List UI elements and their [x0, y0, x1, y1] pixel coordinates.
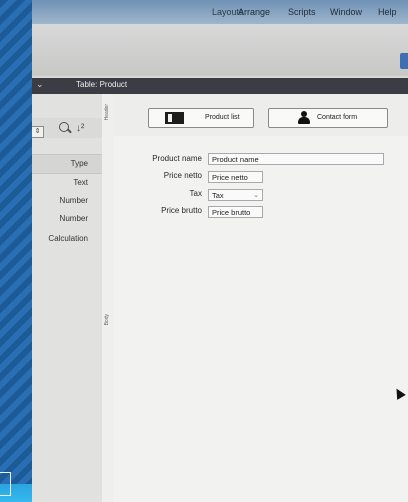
layout-canvas: Header Body Product list Contact form Pr…	[102, 94, 408, 502]
field-type-cell: Text	[73, 178, 88, 187]
header-part: Product list Contact form	[114, 94, 408, 137]
price-brutto-field[interactable]: Price brutto	[208, 206, 263, 218]
desktop-window-edge	[0, 472, 11, 496]
product-name-field[interactable]: Product name	[208, 153, 384, 165]
price-netto-field[interactable]: Price netto	[208, 171, 263, 183]
tax-value: Tax	[212, 191, 224, 200]
product-list-button[interactable]: Product list	[148, 108, 254, 128]
person-icon	[297, 111, 311, 125]
price-brutto-label: Price brutto	[161, 206, 202, 215]
menu-arrange[interactable]: Arrange	[238, 7, 270, 17]
field-list-panel: ⇕ ↓² Type Text Number Number Calculation	[32, 94, 103, 502]
chevron-down-icon[interactable]: ⌄	[253, 190, 259, 201]
field-type-cell: Number	[59, 214, 88, 223]
menu-window[interactable]: Window	[330, 7, 362, 17]
stepper-icon[interactable]: ⇕	[32, 126, 44, 138]
product-list-label: Product list	[205, 114, 240, 121]
price-netto-label: Price netto	[163, 171, 202, 180]
toolbar-area	[32, 24, 408, 76]
mouse-cursor-icon	[392, 386, 406, 400]
chevron-down-icon[interactable]: ⌄	[36, 79, 44, 90]
window-title-bar: ⌄ Table: Product	[32, 78, 408, 94]
window-title: Table: Product	[76, 80, 128, 89]
desktop-background	[0, 0, 34, 502]
menu-bar: Layouts Arrange Scripts Window Help	[32, 0, 408, 24]
magnifier-icon[interactable]	[59, 122, 69, 132]
contact-form-button[interactable]: Contact form	[268, 108, 388, 128]
body-part: Product name Product name Price netto Pr…	[114, 136, 408, 502]
field-type-cell: Calculation	[48, 234, 88, 243]
header-part-label[interactable]: Header	[104, 104, 110, 120]
product-name-label: Product name	[152, 154, 202, 163]
tax-label: Tax	[189, 189, 202, 198]
body-part-label[interactable]: Body	[104, 314, 110, 325]
contact-form-label: Contact form	[317, 114, 358, 121]
application-screen: Layouts Arrange Scripts Window Help ⌄ Ta…	[32, 0, 408, 502]
sort-icon[interactable]: ↓²	[76, 123, 84, 134]
type-column-header: Type	[70, 159, 88, 168]
field-list-header[interactable]: Type	[32, 154, 102, 174]
toolbar-accent-button[interactable]	[400, 53, 408, 69]
tax-dropdown[interactable]: Tax ⌄	[208, 189, 263, 201]
menu-help[interactable]: Help	[378, 7, 397, 17]
list-icon	[165, 112, 184, 124]
field-type-cell: Number	[59, 196, 88, 205]
menu-scripts[interactable]: Scripts	[288, 7, 316, 17]
